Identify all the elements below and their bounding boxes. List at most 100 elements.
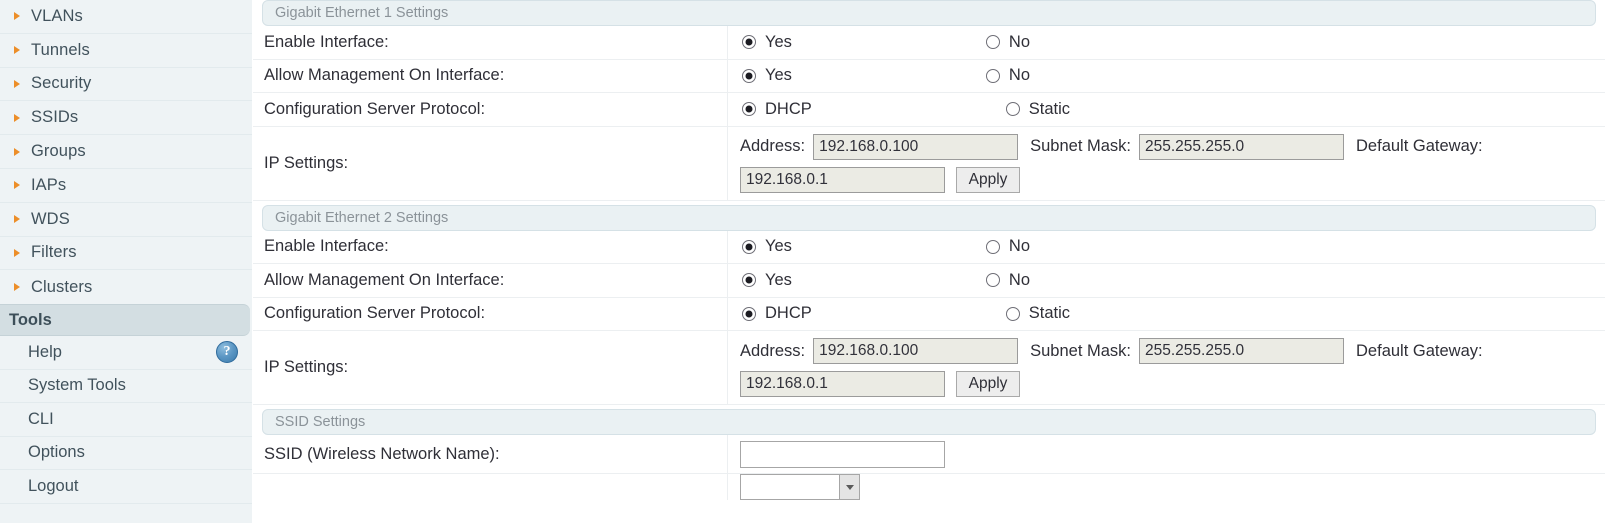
sidebar-item-label: Logout bbox=[28, 476, 79, 495]
radio-option-label: DHCP bbox=[765, 99, 812, 118]
radio-button-icon[interactable] bbox=[742, 102, 756, 117]
section-header-gigabit-ethernet-1: Gigabit Ethernet 1 Settings bbox=[262, 0, 1596, 26]
row-label-cell: Configuration Server Protocol: bbox=[253, 297, 728, 330]
radio-button-icon[interactable] bbox=[742, 239, 756, 254]
subnet-mask-label: Subnet Mask: bbox=[1030, 137, 1132, 155]
radio-button-icon[interactable] bbox=[985, 68, 1000, 83]
radio-button-icon[interactable] bbox=[742, 306, 756, 321]
radio-button-icon[interactable] bbox=[985, 35, 1000, 50]
radio-button-icon[interactable] bbox=[742, 68, 756, 83]
radio-option-label: Yes bbox=[765, 32, 792, 51]
settings-panel: Gigabit Ethernet 1 Settings Enable Inter… bbox=[253, 0, 1605, 523]
triangle-right-icon bbox=[14, 79, 20, 88]
radio-option-allow-management-yes-eth2[interactable]: Yes bbox=[742, 271, 792, 290]
sidebar-item-groups[interactable]: Groups bbox=[0, 135, 252, 169]
radio-option-protocol-static-eth1[interactable]: Static bbox=[1005, 99, 1071, 119]
sidebar-item-ssids[interactable]: SSIDs bbox=[0, 101, 252, 136]
radio-option-label: No bbox=[1008, 237, 1031, 256]
radio-button-icon[interactable] bbox=[742, 35, 756, 50]
radio-button-icon[interactable] bbox=[742, 273, 756, 288]
sidebar-item-cli[interactable]: CLI bbox=[0, 403, 252, 437]
row-label-cell: Allow Management On Interface: bbox=[253, 264, 728, 297]
sidebar-item-logout[interactable]: Logout bbox=[0, 470, 252, 504]
row-enable-interface-eth2: Enable Interface: Yes No bbox=[253, 230, 1605, 264]
apply-button-eth1[interactable]: Apply bbox=[956, 166, 1020, 193]
radio-option-label: Static bbox=[1028, 99, 1071, 118]
sidebar-item-label: Options bbox=[28, 443, 85, 462]
sidebar-item-label: WDS bbox=[31, 209, 70, 228]
sidebar-nav-group: VLANs Tunnels Security SSIDs Groups IAPs bbox=[0, 0, 252, 305]
radio-button-icon[interactable] bbox=[985, 239, 1000, 254]
default-gateway-input-eth1[interactable] bbox=[740, 166, 945, 193]
radio-option-allow-management-no-eth1[interactable]: No bbox=[985, 66, 1031, 85]
sidebar-item-help[interactable]: Help ? bbox=[0, 336, 252, 370]
radio-option-enable-interface-yes-eth2[interactable]: Yes bbox=[742, 237, 792, 256]
radio-option-label: Yes bbox=[765, 270, 792, 289]
row-label: Configuration Server Protocol: bbox=[264, 99, 486, 118]
section-header-label: Gigabit Ethernet 1 Settings bbox=[275, 5, 449, 21]
sidebar-item-label: Help bbox=[28, 342, 62, 361]
radio-option-label: No bbox=[1008, 270, 1031, 289]
apply-button-eth2[interactable]: Apply bbox=[956, 371, 1020, 397]
sidebar-item-label: Groups bbox=[31, 142, 86, 161]
default-gateway-input-eth2[interactable] bbox=[740, 371, 945, 397]
row-value-cell: Yes No bbox=[728, 231, 1605, 264]
radio-option-enable-interface-no-eth2[interactable]: No bbox=[985, 237, 1031, 256]
sidebar-group-header-tools[interactable]: Tools bbox=[0, 304, 250, 337]
row-label-cell: Allow Management On Interface: bbox=[253, 59, 728, 92]
row-value-cell: Address: Subnet Mask: Default Gateway: A… bbox=[728, 127, 1605, 200]
radio-option-allow-management-no-eth2[interactable]: No bbox=[985, 270, 1031, 290]
triangle-right-icon bbox=[14, 113, 20, 122]
row-label-cell bbox=[253, 474, 728, 500]
sidebar-item-clusters[interactable]: Clusters bbox=[0, 270, 252, 305]
admin-console-window: VLANs Tunnels Security SSIDs Groups IAPs bbox=[0, 0, 1605, 523]
row-ssid-name: SSID (Wireless Network Name): bbox=[253, 435, 1605, 474]
ssid-option-select[interactable] bbox=[740, 474, 860, 500]
radio-option-protocol-static-eth2[interactable]: Static bbox=[1005, 304, 1070, 323]
radio-option-enable-interface-yes-eth1[interactable]: Yes bbox=[742, 33, 792, 52]
row-label: Allow Management On Interface: bbox=[264, 270, 505, 289]
subnet-mask-input-eth2[interactable] bbox=[1139, 338, 1345, 364]
address-input-eth1[interactable] bbox=[813, 133, 1019, 160]
radio-option-label: No bbox=[1008, 66, 1031, 85]
sidebar-item-tunnels[interactable]: Tunnels bbox=[0, 33, 252, 68]
triangle-right-icon bbox=[14, 147, 20, 156]
sidebar-item-label: VLANs bbox=[31, 6, 83, 25]
row-label-cell: Enable Interface: bbox=[253, 26, 728, 59]
sidebar-item-filters[interactable]: Filters bbox=[0, 236, 252, 271]
sidebar-item-vlans[interactable]: VLANs bbox=[0, 0, 252, 34]
section-header-ssid-settings: SSID Settings bbox=[262, 409, 1596, 435]
sidebar-item-wds[interactable]: WDS bbox=[0, 202, 252, 237]
row-value-cell: Yes No bbox=[728, 26, 1605, 59]
sidebar-group-header-label: Tools bbox=[9, 310, 52, 329]
help-question-icon[interactable]: ? bbox=[216, 341, 238, 364]
row-label-cell: SSID (Wireless Network Name): bbox=[253, 435, 728, 473]
triangle-right-icon bbox=[14, 12, 20, 21]
radio-option-protocol-dhcp-eth1[interactable]: DHCP bbox=[742, 100, 812, 119]
sidebar-item-iaps[interactable]: IAPs bbox=[0, 168, 252, 203]
row-label: Enable Interface: bbox=[264, 32, 389, 51]
chevron-down-icon[interactable] bbox=[839, 475, 859, 499]
sidebar-item-security[interactable]: Security bbox=[0, 67, 252, 102]
radio-option-allow-management-yes-eth1[interactable]: Yes bbox=[742, 66, 792, 85]
triangle-right-icon bbox=[14, 248, 20, 257]
sidebar-item-system-tools[interactable]: System Tools bbox=[0, 369, 252, 404]
radio-option-protocol-dhcp-eth2[interactable]: DHCP bbox=[742, 304, 812, 323]
triangle-right-icon bbox=[14, 283, 20, 292]
radio-button-icon[interactable] bbox=[985, 273, 1000, 288]
radio-option-enable-interface-no-eth1[interactable]: No bbox=[985, 33, 1030, 52]
radio-button-icon[interactable] bbox=[1005, 306, 1020, 321]
sidebar-item-options[interactable]: Options bbox=[0, 436, 252, 471]
ssid-name-input[interactable] bbox=[740, 440, 945, 468]
radio-option-label: DHCP bbox=[765, 304, 812, 323]
triangle-right-icon bbox=[14, 181, 20, 190]
radio-button-icon[interactable] bbox=[1005, 102, 1020, 117]
subnet-mask-input-eth1[interactable] bbox=[1139, 133, 1345, 160]
row-value-cell: Address: Subnet Mask: Default Gateway: A… bbox=[728, 331, 1605, 404]
row-label: SSID (Wireless Network Name): bbox=[264, 444, 500, 463]
address-label: Address: bbox=[740, 137, 806, 155]
subnet-mask-label: Subnet Mask: bbox=[1030, 341, 1132, 360]
address-input-eth2[interactable] bbox=[813, 338, 1019, 364]
row-value-cell bbox=[728, 435, 1605, 473]
